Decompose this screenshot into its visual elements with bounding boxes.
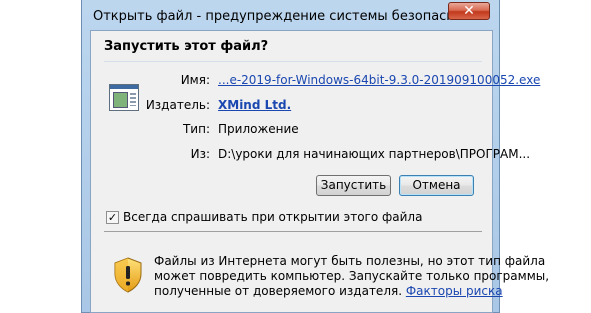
shield-warning-icon — [114, 257, 142, 293]
warning-line-3-text: полученные от доверяемого издателя. — [154, 284, 403, 298]
checkmark-icon: ✓ — [107, 211, 118, 224]
warning-line-3: полученные от доверяемого издателя. Факт… — [154, 284, 503, 299]
warning-line-2: может повредить компьютер. Запускайте то… — [154, 269, 550, 283]
security-warning-window: Открыть файл - предупреждение системы бе… — [81, 0, 550, 313]
type-value: Приложение — [218, 122, 299, 136]
close-icon: ✕ — [463, 3, 475, 19]
from-label: Из: — [190, 147, 210, 161]
warning-line-1: Файлы из Интернета могут быть полезны, н… — [154, 254, 546, 268]
type-label: Тип: — [182, 122, 210, 136]
close-button[interactable]: ✕ — [448, 2, 490, 20]
window-title: Открыть файл - предупреждение системы бе… — [93, 9, 486, 24]
title-bar[interactable]: Открыть файл - предупреждение системы бе… — [82, 0, 499, 32]
always-ask-checkbox[interactable]: ✓ — [106, 211, 119, 224]
risk-factors-link[interactable]: Факторы риска — [406, 284, 503, 298]
file-name-link[interactable]: ...e-2019-for-Windows-64bit-9.3.0-201909… — [218, 73, 540, 87]
always-ask-label[interactable]: Всегда спрашивать при открытии этого фай… — [123, 210, 422, 224]
dialog-body: Запустить этот файл? Имя: ...e-2019-for-… — [90, 30, 550, 313]
run-button[interactable]: Запустить — [316, 175, 391, 196]
warning-text: Файлы из Интернета могут быть полезны, н… — [154, 254, 550, 299]
dialog-heading: Запустить этот файл? — [104, 39, 269, 54]
publisher-label: Издатель: — [145, 98, 210, 112]
from-value: D:\уроки для начинающих партнеров\ПРОГРА… — [218, 147, 531, 161]
publisher-link[interactable]: XMind Ltd. — [218, 98, 291, 112]
name-label: Имя: — [180, 73, 210, 87]
heading-divider — [104, 61, 482, 62]
warning-divider — [104, 231, 482, 232]
cancel-button[interactable]: Отмена — [399, 175, 474, 196]
